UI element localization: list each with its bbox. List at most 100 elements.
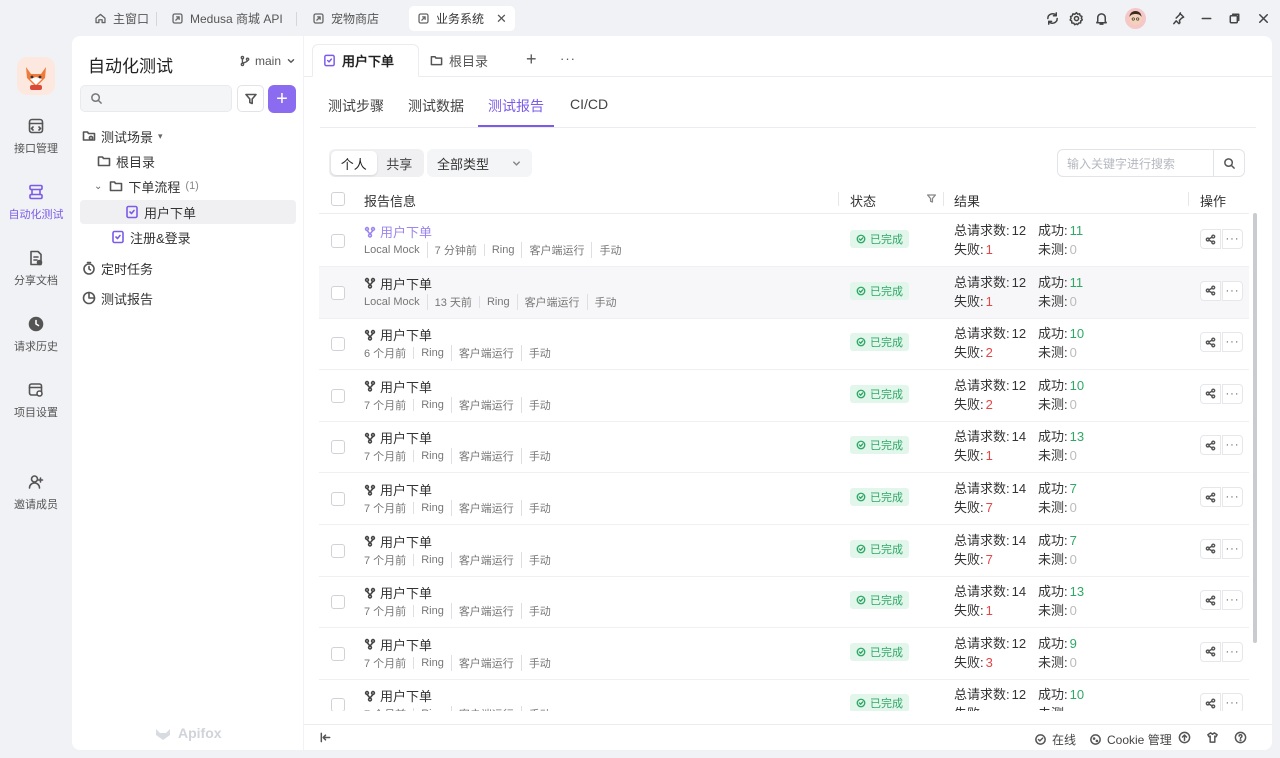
row-checkbox[interactable] <box>331 388 345 403</box>
report-title[interactable]: 用户下单 <box>364 377 432 396</box>
doc-tab-root[interactable]: 根目录 <box>420 44 498 77</box>
row-checkbox[interactable] <box>331 698 345 711</box>
table-row[interactable]: 用户下单 Local Mock 7 分钟前 Ring 客户端运行 手动 已完成 总请求数: 12… <box>319 215 1249 267</box>
more-options-button[interactable]: ··· <box>1222 332 1243 353</box>
rail-item-settings[interactable]: 项目设置 <box>0 381 72 420</box>
more-options-button[interactable]: ··· <box>1222 435 1243 456</box>
status-filter-icon[interactable] <box>926 193 937 204</box>
upload-icon[interactable] <box>1178 731 1191 744</box>
more-options-button[interactable]: ··· <box>1222 538 1243 559</box>
sidebar-search-input[interactable] <box>109 90 227 108</box>
report-title[interactable]: 用户下单 <box>364 635 432 654</box>
tree-item-scheduled[interactable]: 定时任务 <box>82 256 153 280</box>
branch-selector[interactable]: main <box>239 54 297 68</box>
keyword-search-input[interactable] <box>1067 155 1213 172</box>
cookie-manager[interactable]: Cookie 管理 <box>1089 731 1172 748</box>
row-checkbox[interactable] <box>331 440 345 455</box>
report-title[interactable]: 用户下单 <box>364 480 432 499</box>
report-title[interactable]: 用户下单 <box>364 274 432 293</box>
more-tabs-button[interactable]: ··· <box>560 52 576 65</box>
help-icon[interactable] <box>1234 731 1247 744</box>
more-options-button[interactable]: ··· <box>1222 229 1243 249</box>
minimize-icon[interactable] <box>1197 9 1215 27</box>
report-title[interactable]: 用户下单 <box>364 532 432 551</box>
table-row[interactable]: 用户下单 7 个月前 Ring 客户端运行 手动 已完成 总请求数: 14 成功: 13 失败: 1 未… <box>319 576 1249 629</box>
more-options-button[interactable]: ··· <box>1222 693 1243 711</box>
caret-down-icon[interactable]: ▾ <box>158 131 163 142</box>
report-title[interactable]: 用户下单 <box>364 686 432 705</box>
scrollbar[interactable] <box>1253 213 1257 643</box>
share-button[interactable] <box>1200 487 1221 507</box>
row-checkbox[interactable] <box>331 543 345 558</box>
table-row[interactable]: 用户下单 7 个月前 Ring 客户端运行 手动 已完成 总请求数: 14 成功: 13 失败: 1 未… <box>319 421 1249 474</box>
doc-tab-user-order[interactable]: 用户下单 <box>312 44 419 77</box>
sidebar-search[interactable] <box>80 85 232 112</box>
online-status[interactable]: 在线 <box>1034 731 1076 748</box>
share-button[interactable] <box>1200 590 1221 611</box>
bell-icon[interactable] <box>1092 9 1110 27</box>
report-title[interactable]: 用户下单 <box>364 428 432 447</box>
pin-icon[interactable] <box>1169 9 1187 27</box>
row-checkbox[interactable] <box>331 646 345 661</box>
select-all-checkbox[interactable] <box>331 192 345 206</box>
row-checkbox[interactable] <box>331 337 345 352</box>
table-row[interactable]: 用户下单 Local Mock 13 天前 Ring 客户端运行 手动 已完成 总请求数: 12… <box>319 266 1249 319</box>
window-tab-medusa[interactable]: Medusa 商城 API <box>163 6 291 31</box>
rail-item-share-doc[interactable]: 分享文档 <box>0 249 72 288</box>
report-title[interactable]: 用户下单 <box>364 222 432 241</box>
share-button[interactable] <box>1200 693 1221 711</box>
refresh-icon[interactable] <box>1043 9 1061 27</box>
add-tab-button[interactable]: + <box>526 50 537 68</box>
window-tab-business[interactable]: 业务系统 ✕ <box>409 6 515 31</box>
share-button[interactable] <box>1200 641 1221 662</box>
tree-item-scenarios[interactable]: 测试场景 ▾ <box>82 124 163 148</box>
project-logo[interactable] <box>17 57 55 95</box>
tree-item-root[interactable]: 根目录 <box>97 149 155 173</box>
tab-test-reports[interactable]: 测试报告 <box>478 96 554 127</box>
table-row[interactable]: 用户下单 7 个月前 Ring 客户端运行 手动 已完成 总请求数: 12 成功: 10 失败: 2 未… <box>319 370 1249 422</box>
more-options-button[interactable]: ··· <box>1222 383 1243 404</box>
rail-item-history[interactable]: 请求历史 <box>0 315 72 354</box>
share-button[interactable] <box>1200 332 1221 353</box>
user-avatar[interactable] <box>1125 8 1146 29</box>
expand-icon[interactable]: ⌄ <box>94 181 102 192</box>
table-row[interactable]: 用户下单 7 个月前 Ring 客户端运行 手动 已完成 总请求数: 14 成功: 7 失败: 7 未测… <box>319 473 1249 525</box>
search-button[interactable] <box>1213 150 1244 176</box>
window-tab-petstore[interactable]: 宠物商店 <box>304 6 387 31</box>
collapse-sidebar-icon[interactable] <box>319 731 332 744</box>
segment-shared[interactable]: 共享 <box>377 151 423 175</box>
shirt-icon[interactable] <box>1206 731 1219 744</box>
share-button[interactable] <box>1200 383 1221 404</box>
add-button[interactable]: + <box>268 85 296 113</box>
tree-item-reports[interactable]: 测试报告 <box>82 286 153 310</box>
share-button[interactable] <box>1200 229 1221 249</box>
rail-item-api[interactable]: 接口管理 <box>0 117 72 156</box>
share-button[interactable] <box>1200 538 1221 559</box>
share-button[interactable] <box>1200 435 1221 456</box>
row-checkbox[interactable] <box>331 285 345 300</box>
more-options-button[interactable]: ··· <box>1222 280 1243 301</box>
table-row[interactable]: 用户下单 7 个月前 Ring 客户端运行 手动 已完成 总请求数: 12 成功: 9 失败: 3 未测… <box>319 628 1249 680</box>
rail-item-automation[interactable]: 自动化测试 <box>0 183 72 222</box>
filter-button[interactable] <box>237 85 264 112</box>
maximize-icon[interactable] <box>1225 9 1243 27</box>
tab-ci-cd[interactable]: CI/CD <box>570 96 608 127</box>
row-checkbox[interactable] <box>331 234 345 248</box>
segment-personal[interactable]: 个人 <box>331 151 377 175</box>
window-tab-main[interactable]: 主窗口 <box>86 6 157 31</box>
more-options-button[interactable]: ··· <box>1222 641 1243 662</box>
rail-item-invite[interactable]: 邀请成员 <box>0 473 72 512</box>
table-row[interactable]: 用户下单7 个月前 Ring 客户端运行 手动 已完成 总请求数:12 成功:10 失败: 未测… <box>319 679 1249 711</box>
row-checkbox[interactable] <box>331 492 345 506</box>
more-options-button[interactable]: ··· <box>1222 487 1243 507</box>
tab-test-data[interactable]: 测试数据 <box>408 96 464 127</box>
close-tab-icon[interactable]: ✕ <box>496 11 507 27</box>
table-row[interactable]: 用户下单 6 个月前 Ring 客户端运行 手动 已完成 总请求数: 12 成功: 10 失败: 2 未… <box>319 318 1249 371</box>
tree-item-order-flow[interactable]: ⌄ 下单流程 (1) <box>94 174 199 198</box>
tree-item-register-login[interactable]: 注册&登录 <box>111 225 191 249</box>
type-filter-select[interactable]: 全部类型 <box>427 149 532 177</box>
tree-item-user-order[interactable]: 用户下单 <box>125 200 196 224</box>
row-checkbox[interactable] <box>331 595 345 610</box>
more-options-button[interactable]: ··· <box>1222 590 1243 611</box>
table-row[interactable]: 用户下单 7 个月前 Ring 客户端运行 手动 已完成 总请求数: 14 成功: 7 失败: 7 未测… <box>319 525 1249 577</box>
